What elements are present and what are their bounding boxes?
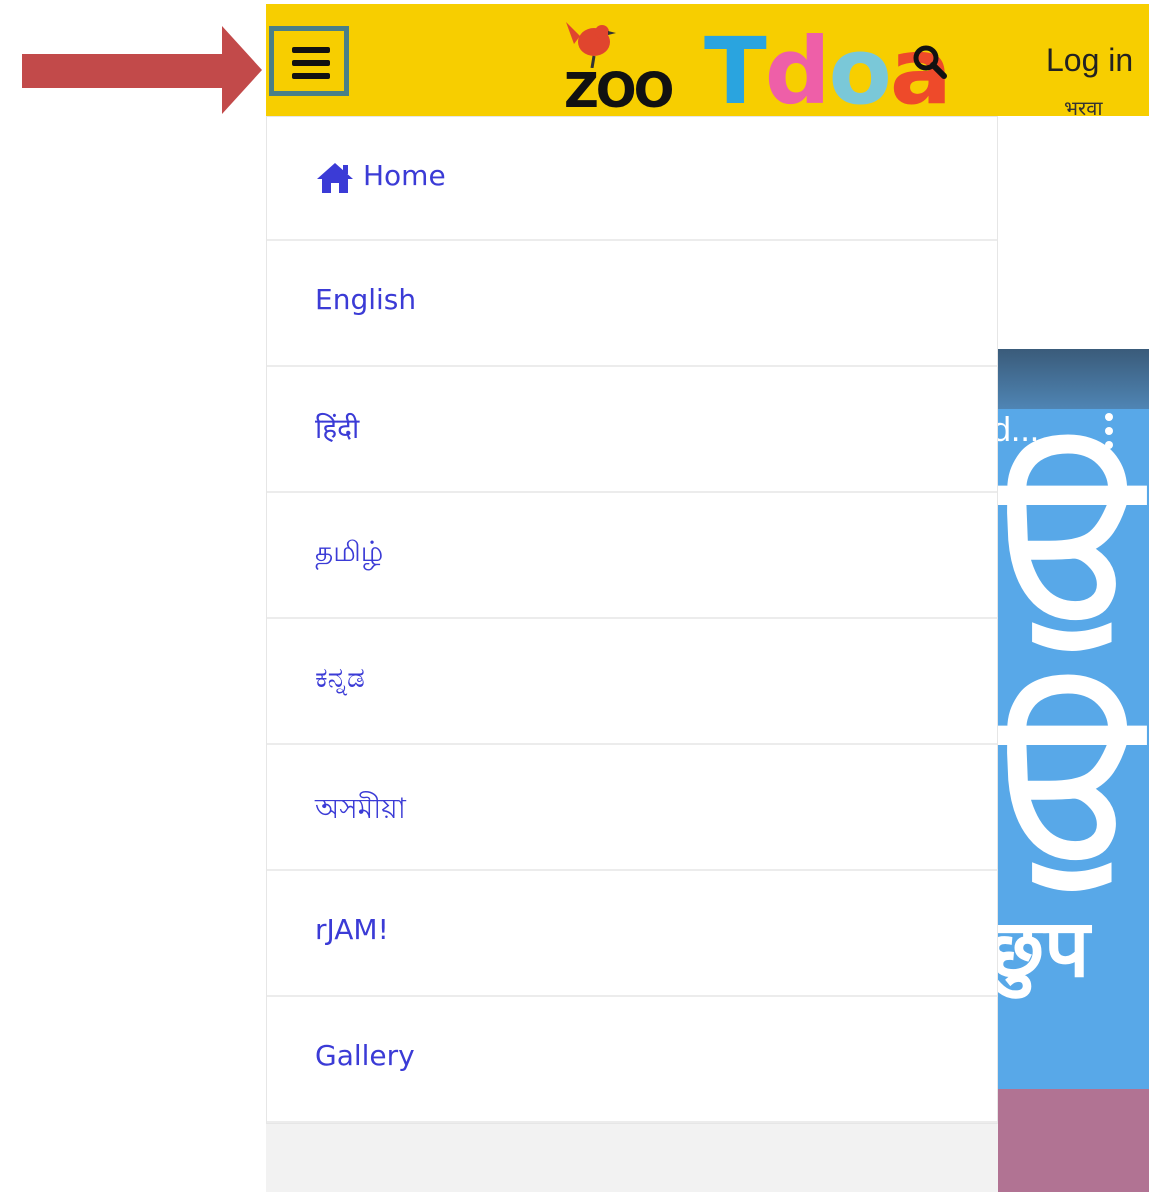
- login-link[interactable]: Log in: [1046, 42, 1133, 79]
- menu-item-tamil[interactable]: தமிழ்: [267, 493, 997, 619]
- drawer-menu-list: Home English हिंदी தமிழ் ಕನ್ನಡ অসমীয়া r…: [266, 116, 998, 1124]
- top-header-bar: ZOO Tdoa Log in भरवा: [266, 4, 1149, 116]
- background-block: [998, 1089, 1149, 1192]
- menu-item-kannada[interactable]: ಕನ್ನಡ: [267, 619, 997, 745]
- menu-item-rjam[interactable]: rJAM!: [267, 871, 997, 997]
- menu-item-label: English: [315, 283, 417, 316]
- video-art-glyph: ਉ: [998, 422, 1141, 655]
- menu-item-label: Gallery: [315, 1039, 415, 1072]
- menu-item-english[interactable]: English: [267, 241, 997, 367]
- navigation-drawer: Home English हिंदी தமிழ் ಕನ್ನಡ অসমীয়া r…: [266, 116, 998, 1192]
- hamburger-menu-button[interactable]: [269, 26, 349, 96]
- annotation-arrow: [22, 26, 262, 114]
- menu-item-label: rJAM!: [315, 913, 389, 946]
- language-subtitle: भरवा: [1064, 96, 1103, 116]
- video-art-glyph: ਉ: [998, 662, 1141, 895]
- logo-zoo-text: ZOO: [564, 63, 674, 116]
- search-icon[interactable]: [910, 42, 950, 82]
- video-art-text: छुप: [998, 902, 1090, 995]
- menu-item-label: தமிழ்: [315, 535, 384, 568]
- menu-item-label: हिंदी: [315, 412, 360, 445]
- menu-item-label: অসমীয়া: [315, 792, 406, 825]
- bird-icon: [566, 22, 616, 68]
- menu-item-gallery[interactable]: Gallery: [267, 997, 997, 1123]
- menu-item-label: Home: [363, 159, 446, 192]
- menu-item-assamese[interactable]: অসমীয়া: [267, 745, 997, 871]
- menu-item-hindi[interactable]: हिंदी: [267, 367, 997, 493]
- home-icon: [317, 163, 353, 193]
- site-logo[interactable]: ZOO Tdoa: [556, 12, 1026, 116]
- menu-item-label: ಕನ್ನಡ: [315, 661, 365, 694]
- video-thumbnail[interactable]: d... ਉ ਉ छुप: [998, 349, 1149, 1089]
- menu-item-home[interactable]: Home: [267, 117, 997, 241]
